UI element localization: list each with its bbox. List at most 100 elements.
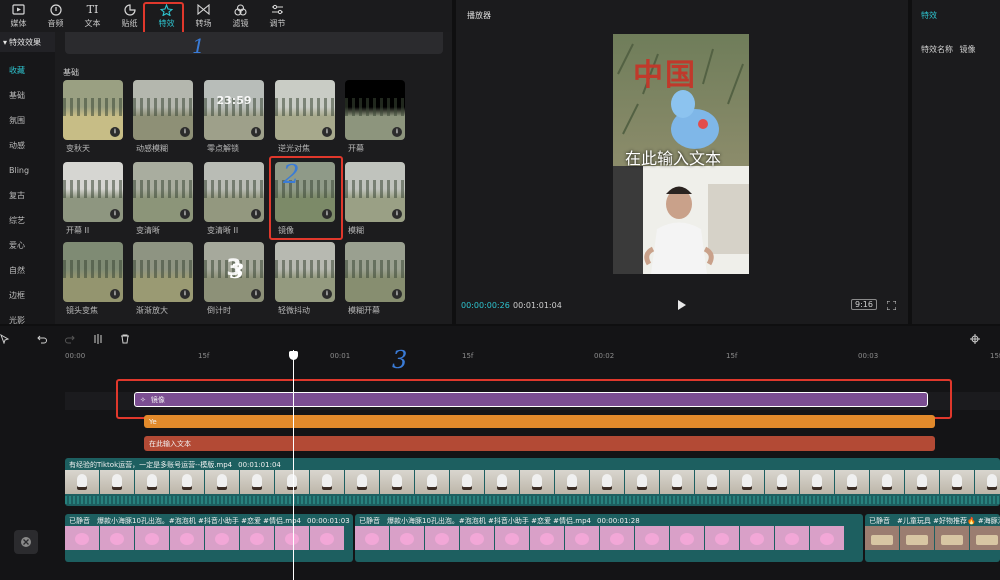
category-header[interactable]: ▾ 特效效果 (0, 32, 55, 52)
video-frame (310, 470, 344, 494)
text-clip[interactable]: 在此输入文本 (144, 436, 935, 451)
caret-down-icon: ▾ (3, 37, 8, 47)
effect-tile[interactable]: ⭳ (63, 80, 123, 140)
category-light[interactable]: 光影 (0, 308, 55, 324)
audio-waveform (65, 496, 1000, 504)
link-tracks-icon[interactable] (970, 334, 980, 344)
tool-transition[interactable]: 转场 (185, 0, 222, 32)
category-atmosphere[interactable]: 氛围 (0, 108, 55, 133)
video-frame (870, 470, 904, 494)
category-nature[interactable]: 自然 (0, 258, 55, 283)
download-icon[interactable]: ⭳ (392, 209, 402, 219)
effects-icon (160, 3, 174, 16)
tool-text[interactable]: TI 文本 (74, 0, 111, 32)
category-favorites[interactable]: 收藏 (0, 58, 55, 83)
effect-tile-label: 镜头变焦 (66, 306, 98, 315)
tool-filter[interactable]: 滤镜 (222, 0, 259, 32)
effect-tile[interactable]: ⭳ (204, 162, 264, 222)
category-love[interactable]: 爱心 (0, 233, 55, 258)
effect-tile[interactable]: 23:59 ⭳ (204, 80, 264, 140)
split-icon[interactable] (93, 334, 103, 344)
video-frame (205, 470, 239, 494)
effect-clip-mirror[interactable]: ✧ 镜像 (134, 392, 928, 407)
effect-tile[interactable]: ⭳ (275, 242, 335, 302)
sub-video-clip-2[interactable]: 已静音 爆款小海豚10孔出泡。#泡泡机 #抖音小助手 #恋爱 #情侣.mp4 00… (355, 514, 863, 562)
main-video-clip[interactable]: 有经验的Tiktok运营，一定是多账号运营--模版.mp4 00:01:01:04 (65, 458, 1000, 506)
effect-tile[interactable]: ⭳ (133, 162, 193, 222)
effect-tile-label: 变清晰 (136, 226, 160, 235)
sub-video-clip-3[interactable]: 已静音 #儿童玩具 #好物推荐🔥 #海豚泡 (865, 514, 1000, 562)
effect-tile[interactable]: ⭳ (133, 80, 193, 140)
aspect-ratio-button[interactable]: 9:16 (851, 299, 877, 310)
player-panel: 播放器 中国 在此输入文本 00:00:00:26 00:01:01:04 9:… (456, 0, 908, 324)
sticker-clip[interactable]: Ye (144, 415, 935, 428)
redo-icon[interactable] (65, 334, 75, 344)
effect-tile[interactable]: ⭳ (63, 242, 123, 302)
download-icon[interactable]: ⭳ (322, 209, 332, 219)
download-icon[interactable]: ⭳ (392, 127, 402, 137)
playhead-line[interactable] (293, 350, 294, 580)
main-video-label: 有经验的Tiktok运营，一定是多账号运营--模版.mp4 00:01:01:04 (69, 460, 281, 470)
video-frame (810, 526, 844, 550)
category-retro[interactable]: 复古 (0, 183, 55, 208)
tile-overlay-text: 3 (226, 256, 242, 281)
timeline-ruler[interactable]: 00:00 15f 00:01 15f 00:02 15f 00:03 15f (65, 350, 1000, 364)
video-frame (450, 470, 484, 494)
effect-tile[interactable]: 3 ⭳ (204, 242, 264, 302)
download-icon[interactable]: ⭳ (180, 127, 190, 137)
track-mute-button[interactable] (14, 530, 38, 554)
tool-effects[interactable]: 特效 (148, 0, 185, 32)
sub-video-duration: 00:00:01:28 (596, 517, 640, 525)
category-dynamic[interactable]: 动感 (0, 133, 55, 158)
video-frame (275, 526, 309, 550)
tool-audio[interactable]: 音频 (37, 0, 74, 32)
effect-tile[interactable]: ⭳ (275, 80, 335, 140)
tool-adjust[interactable]: 调节 (259, 0, 296, 32)
video-frame (415, 470, 449, 494)
download-icon[interactable]: ⭳ (322, 289, 332, 299)
effect-tile[interactable]: ⭳ (345, 242, 405, 302)
filter-icon (234, 3, 248, 16)
download-icon[interactable]: ⭳ (180, 209, 190, 219)
playhead-handle[interactable] (289, 351, 298, 360)
effect-name-row: 特效名称 镜像 (921, 44, 976, 55)
select-tool-icon[interactable] (0, 334, 10, 344)
effect-tile[interactable]: ⭳ (345, 162, 405, 222)
tool-label: 音频 (47, 18, 64, 28)
tool-sticker[interactable]: 贴纸 (111, 0, 148, 32)
effect-tile[interactable]: ⭳ (275, 162, 335, 222)
sticker-icon (123, 3, 137, 16)
tool-label: 滤镜 (232, 18, 249, 28)
download-icon[interactable]: ⭳ (251, 127, 261, 137)
video-frame (390, 526, 424, 550)
category-bling[interactable]: Bling (0, 158, 55, 183)
download-icon[interactable]: ⭳ (392, 289, 402, 299)
effects-search-bar[interactable] (65, 32, 443, 54)
effects-panel: 基础 ⭳ 变秋天 ⭳ 动感模糊 23:59 ⭳ 零点解锁 ⭳ 逆光对焦 ⭳ 开幕 ⭳ 开幕 II ⭳ 变清晰… (55, 32, 452, 324)
download-icon[interactable]: ⭳ (110, 289, 120, 299)
category-variety[interactable]: 综艺 (0, 208, 55, 233)
download-icon[interactable]: ⭳ (180, 289, 190, 299)
category-border[interactable]: 边框 (0, 283, 55, 308)
video-frame (170, 526, 204, 550)
ruler-label: 00:00 (65, 352, 86, 360)
tile-thumbnail-trees (275, 260, 335, 278)
download-icon[interactable]: ⭳ (251, 289, 261, 299)
play-icon[interactable] (677, 300, 687, 310)
effect-tile[interactable]: ⭳ (345, 80, 405, 140)
undo-icon[interactable] (37, 334, 47, 344)
tool-media[interactable]: 媒体 (0, 0, 37, 32)
video-frame (800, 470, 834, 494)
delete-icon[interactable] (120, 334, 130, 344)
download-icon[interactable]: ⭳ (251, 209, 261, 219)
sub-video-clip-1[interactable]: 已静音 爆款小海豚10孔出泡。#泡泡机 #抖音小助手 #恋爱 #情侣.mp4 00… (65, 514, 353, 562)
effect-tile[interactable]: ⭳ (63, 162, 123, 222)
video-preview[interactable]: 中国 在此输入文本 (613, 34, 749, 274)
video-frame (380, 470, 414, 494)
download-icon[interactable]: ⭳ (110, 127, 120, 137)
category-basic[interactable]: 基础 (0, 83, 55, 108)
download-icon[interactable]: ⭳ (322, 127, 332, 137)
fullscreen-icon[interactable] (887, 301, 896, 310)
download-icon[interactable]: ⭳ (110, 209, 120, 219)
effect-tile[interactable]: ⭳ (133, 242, 193, 302)
